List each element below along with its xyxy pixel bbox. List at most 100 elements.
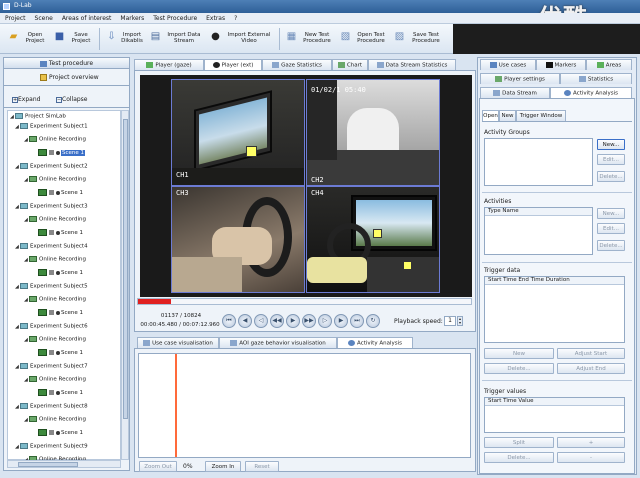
rewind-button[interactable]: ◀◀ [270, 314, 284, 328]
tab-statistics[interactable]: Statistics [560, 73, 632, 84]
tree-recording[interactable]: ◢Online Recording [24, 296, 86, 304]
tab-activity-analysis[interactable]: Activity Analysis [337, 337, 413, 348]
activity-edit-button[interactable]: Edit... [597, 223, 625, 234]
menu-project[interactable]: Project [0, 13, 30, 23]
tree-subject[interactable]: ◢ Experiment Subject2 [15, 163, 88, 171]
scroll-thumb[interactable] [123, 119, 128, 419]
subtab-trigger-window[interactable]: Trigger Window [516, 110, 566, 121]
playback-progress-bar[interactable] [137, 298, 472, 305]
trigger-value-delete-button[interactable]: Delete... [484, 452, 554, 463]
tree-recording[interactable]: ◢Online Recording [24, 136, 86, 144]
tree-scene[interactable]: Scene 1 [38, 429, 83, 437]
tree-vertical-scrollbar[interactable] [121, 110, 129, 460]
tab-use-case-visualisation[interactable]: Use case visualisation [137, 337, 219, 348]
tree-subject[interactable]: ◢ Experiment Subject9 [15, 443, 88, 451]
video-quad-view[interactable]: CH1 01/02/1 05:40 CH2 CH3 CH4 [140, 75, 472, 297]
zoom-in-button[interactable]: Zoom In [205, 461, 241, 472]
tree-scene[interactable]: Scene 1 [38, 229, 83, 237]
activities-list[interactable]: Type Name [484, 207, 593, 255]
tree-recording[interactable]: ◢Online Recording [24, 336, 86, 344]
activity-timeline[interactable] [138, 353, 471, 458]
tree-subject[interactable]: ◢ Experiment Subject3 [15, 203, 88, 211]
trigger-new-button[interactable]: New [484, 348, 554, 359]
tab-chart[interactable]: Chart [332, 59, 368, 70]
tab-player-ext[interactable]: Player (ext) [204, 59, 262, 70]
activity-group-delete-button[interactable]: Delete... [597, 171, 625, 182]
tree-recording[interactable]: ◢Online Recording [24, 416, 86, 424]
tree-recording[interactable]: ◢Online Recording [24, 216, 86, 224]
tab-aoi-gaze-behavior[interactable]: AOI gaze behavior visualisation [219, 337, 337, 348]
activity-group-edit-button[interactable]: Edit... [597, 154, 625, 165]
skip-end-button[interactable]: ⏭ [350, 314, 364, 328]
zoom-out-button[interactable]: Zoom Out [139, 461, 177, 472]
increase-value-button[interactable]: + [557, 437, 625, 448]
adjust-end-button[interactable]: Adjust End [557, 363, 625, 374]
playback-speed-input[interactable]: 1 [444, 316, 456, 326]
tree-subject[interactable]: ◢ Experiment Subject1 [15, 123, 88, 131]
adjust-start-button[interactable]: Adjust Start [557, 348, 625, 359]
timeline-cursor[interactable] [175, 354, 177, 457]
prev-marker-button[interactable]: ◀ [238, 314, 252, 328]
step-back-button[interactable]: ◁ [254, 314, 268, 328]
menu-help[interactable]: ? [229, 13, 241, 23]
camera-ch3[interactable]: CH3 [171, 186, 305, 293]
open-project-button[interactable]: ▰ Open Project [6, 26, 50, 52]
scroll-thumb[interactable] [18, 462, 78, 467]
activity-groups-list[interactable] [484, 138, 593, 186]
tab-activity-analysis-settings[interactable]: Activity Analysis [550, 87, 632, 98]
menu-scene[interactable]: Scene [30, 13, 57, 23]
open-test-procedure-button[interactable]: ▧ Open Test Procedure [338, 26, 390, 52]
tab-gaze-statistics[interactable]: Gaze Statistics [262, 59, 332, 70]
menu-markers[interactable]: Markers [115, 13, 148, 23]
collapse-button[interactable]: −Collapse [56, 96, 88, 103]
menu-extras[interactable]: Extras [201, 13, 229, 23]
reset-button[interactable]: Reset [245, 461, 279, 472]
save-test-procedure-button[interactable]: ▨ Save Test Procedure [392, 26, 446, 52]
skip-start-button[interactable]: ⏮ [222, 314, 236, 328]
new-test-procedure-button[interactable]: ▦ New Test Procedure [284, 26, 336, 52]
decrease-value-button[interactable]: - [557, 452, 625, 463]
import-dikablis-button[interactable]: ⇩ Import Dikablis [104, 26, 146, 52]
camera-ch4[interactable]: CH4 [306, 186, 440, 293]
tree-subject[interactable]: ◢ Experiment Subject8 [15, 403, 88, 411]
play-button[interactable]: ▶ [286, 314, 300, 328]
menu-areas-of-interest[interactable]: Areas of interest [57, 13, 116, 23]
activity-group-new-button[interactable]: New... [597, 139, 625, 150]
tab-data-stream-statistics[interactable]: Data Stream Statistics [368, 59, 456, 70]
subtab-open[interactable]: Open [482, 110, 499, 121]
tab-player-settings[interactable]: Player settings [480, 73, 560, 84]
tab-areas[interactable]: Areas [586, 59, 632, 70]
tree-scene[interactable]: Scene 1 [38, 149, 86, 157]
tab-markers[interactable]: Markers [536, 59, 586, 70]
step-forward-button[interactable]: ▷ [318, 314, 332, 328]
tree-recording[interactable]: ◢Online Recording [24, 176, 86, 184]
tree-scene[interactable]: Scene 1 [38, 269, 83, 277]
next-marker-button[interactable]: ▶ [334, 314, 348, 328]
tree-subject[interactable]: ◢ Experiment Subject5 [15, 283, 88, 291]
tree-subject[interactable]: ◢ Experiment Subject6 [15, 323, 88, 331]
import-external-video-button[interactable]: ● Import External Video [208, 26, 276, 52]
forward-button[interactable]: ▶▶ [302, 314, 316, 328]
tree-horizontal-scrollbar[interactable] [7, 460, 121, 468]
split-button[interactable]: Split [484, 437, 554, 448]
tree-scene[interactable]: Scene 1 [38, 349, 83, 357]
tab-player-gaze[interactable]: Player (gaze) [134, 59, 204, 70]
import-data-stream-button[interactable]: ▤ Import Data Stream [148, 26, 206, 52]
tree-recording[interactable]: ◢Online Recording [24, 376, 86, 384]
tree-subject[interactable]: ◢ Experiment Subject7 [15, 363, 88, 371]
trigger-values-table[interactable]: Start Time Value [484, 397, 625, 433]
tree-root[interactable]: ◢ Project SimLab [10, 113, 66, 121]
activity-new-button[interactable]: New... [597, 208, 625, 219]
tree-subject[interactable]: ◢ Experiment Subject4 [15, 243, 88, 251]
expand-button[interactable]: +Expand [12, 96, 40, 103]
save-project-button[interactable]: ■ Save Project [52, 26, 96, 52]
tab-use-cases[interactable]: Use cases [480, 59, 536, 70]
trigger-delete-button[interactable]: Delete... [484, 363, 554, 374]
tree-scene[interactable]: Scene 1 [38, 309, 83, 317]
activity-delete-button[interactable]: Delete... [597, 240, 625, 251]
tree-scene[interactable]: Scene 1 [38, 389, 83, 397]
menu-test-procedure[interactable]: Test Procedure [148, 13, 201, 23]
trigger-data-table[interactable]: Start Time End Time Duration [484, 276, 625, 343]
playback-speed-spinner[interactable]: ▴ ▾ [457, 316, 463, 326]
loop-button[interactable]: ↻ [366, 314, 380, 328]
